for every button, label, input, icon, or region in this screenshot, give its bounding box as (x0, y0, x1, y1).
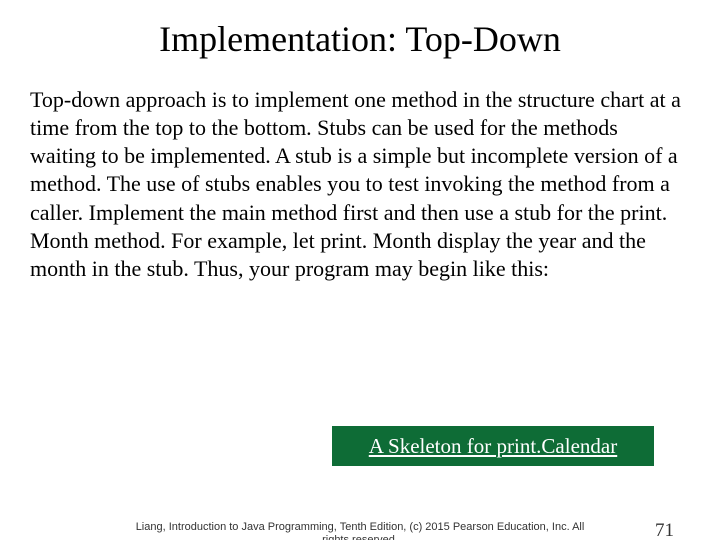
slide-title: Implementation: Top-Down (0, 18, 720, 60)
skeleton-link-box[interactable]: A Skeleton for print.Calendar (332, 426, 654, 466)
footer-text: Liang, Introduction to Java Programming,… (0, 521, 720, 540)
page-number: 71 (655, 520, 674, 540)
skeleton-link[interactable]: A Skeleton for print.Calendar (369, 434, 617, 459)
body-text: Top-down approach is to implement one me… (0, 86, 720, 283)
